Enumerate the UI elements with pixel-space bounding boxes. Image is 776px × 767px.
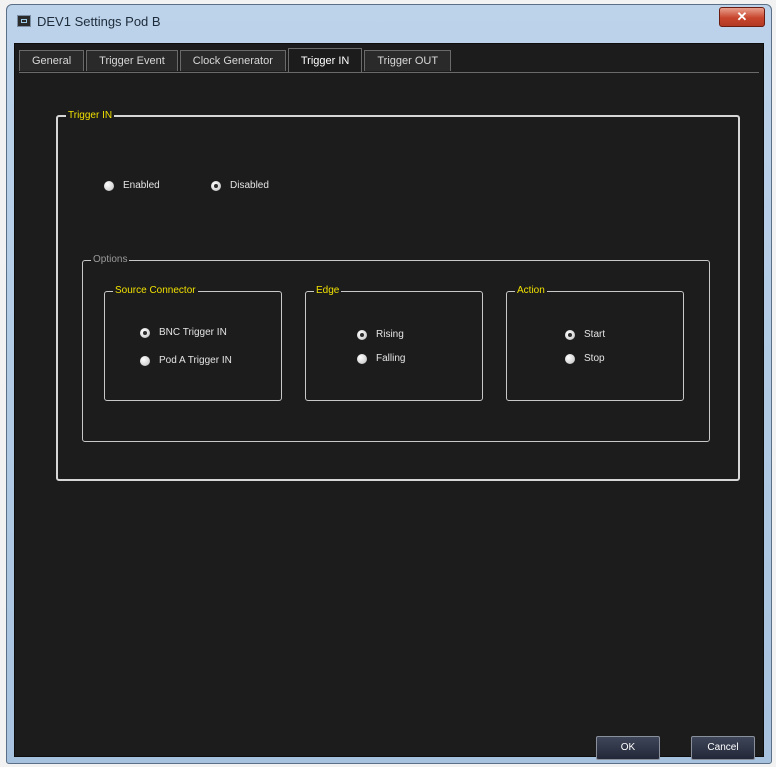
enabled-label: Enabled — [123, 180, 160, 191]
trigger-in-panel: Trigger IN Enabled Disabled Options Sour… — [19, 72, 759, 724]
stop-radio[interactable]: Stop — [565, 353, 605, 364]
app-icon — [17, 15, 31, 27]
tab-trigger-event[interactable]: Trigger Event — [86, 50, 178, 71]
title-bar[interactable]: DEV1 Settings Pod B ✕ — [7, 5, 771, 37]
pod-a-trigger-in-indicator[interactable] — [140, 355, 150, 366]
tab-general[interactable]: General — [19, 50, 85, 71]
falling-indicator[interactable] — [357, 353, 367, 364]
enabled-radio[interactable]: Enabled — [104, 180, 160, 191]
enabled-radio-indicator[interactable] — [104, 180, 114, 191]
edge-title: Edge — [314, 284, 342, 298]
falling-label: Falling — [376, 353, 406, 364]
edge-group: Edge Rising Falling — [305, 284, 483, 401]
pod-a-trigger-in-radio[interactable]: Pod A Trigger IN — [140, 355, 232, 366]
rising-radio[interactable]: Rising — [357, 329, 404, 340]
disabled-radio-indicator[interactable] — [211, 180, 221, 191]
trigger-in-group: Trigger IN Enabled Disabled Options Sour… — [56, 109, 740, 481]
tab-trigger-out[interactable]: Trigger OUT — [364, 50, 452, 71]
options-group: Options Source Connector BNC Trigger IN … — [82, 253, 710, 442]
tab-clock-generator[interactable]: Clock Generator — [179, 50, 286, 71]
source-connector-group: Source Connector BNC Trigger IN Pod A Tr… — [104, 284, 282, 401]
disabled-label: Disabled — [230, 180, 269, 191]
rising-label: Rising — [376, 329, 404, 340]
source-connector-title: Source Connector — [113, 284, 198, 298]
start-radio[interactable]: Start — [565, 329, 605, 340]
tab-trigger-in[interactable]: Trigger IN — [287, 48, 363, 72]
falling-radio[interactable]: Falling — [357, 353, 405, 364]
dialog-client-area: General Trigger Event Clock Generator Tr… — [14, 43, 764, 760]
settings-window: DEV1 Settings Pod B ✕ General Trigger Ev… — [6, 4, 772, 764]
tab-strip: General Trigger Event Clock Generator Tr… — [19, 48, 453, 72]
pod-a-trigger-in-label: Pod A Trigger IN — [159, 355, 232, 366]
disabled-radio[interactable]: Disabled — [211, 180, 269, 191]
action-group: Action Start Stop — [506, 284, 684, 401]
start-label: Start — [584, 329, 606, 340]
ok-button[interactable]: OK — [596, 736, 660, 760]
action-title: Action — [515, 284, 547, 298]
cancel-button[interactable]: Cancel — [691, 736, 755, 760]
stop-indicator[interactable] — [565, 353, 575, 364]
rising-indicator[interactable] — [357, 329, 367, 340]
window-title: DEV1 Settings Pod B — [37, 14, 161, 29]
trigger-in-group-title: Trigger IN — [66, 109, 115, 123]
bnc-trigger-in-label: BNC Trigger IN — [159, 327, 227, 338]
options-group-title: Options — [91, 253, 130, 267]
close-button[interactable]: ✕ — [719, 7, 765, 27]
bnc-trigger-in-radio[interactable]: BNC Trigger IN — [140, 327, 227, 338]
bnc-trigger-in-indicator[interactable] — [140, 327, 150, 338]
start-indicator[interactable] — [565, 329, 575, 340]
stop-label: Stop — [584, 353, 605, 364]
